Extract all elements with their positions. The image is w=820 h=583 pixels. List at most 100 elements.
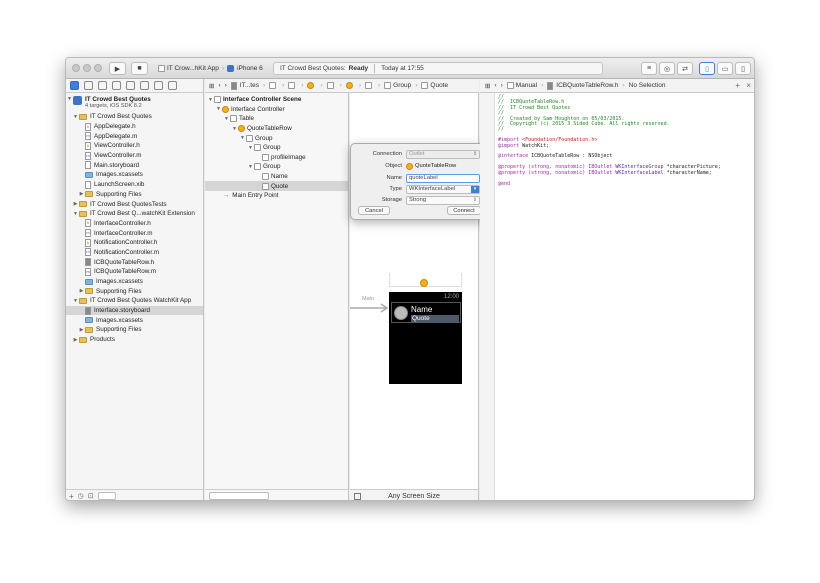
tree-item[interactable]: ▶ Supporting Files xyxy=(66,286,203,296)
jump-item[interactable] xyxy=(307,82,316,89)
code-text[interactable]: // // ICBQuoteTableRow.h // IT Crowd Bes… xyxy=(498,94,721,187)
toggle-navigator-button[interactable]: ▯ xyxy=(699,62,715,75)
quote-table-row[interactable]: Name Quote xyxy=(391,302,461,323)
tree-item[interactable]: ICBQuoteTableRow.h xyxy=(66,257,203,267)
project-navigator: ▼ IT Crowd Best Quotes 4 targets, iOS SD… xyxy=(66,79,204,501)
folder-icon[interactable] xyxy=(70,81,79,90)
outline-item[interactable]: ▼ Group xyxy=(205,162,348,172)
close-window-button[interactable] xyxy=(72,64,80,72)
warning-icon[interactable] xyxy=(112,81,121,90)
run-button[interactable]: ▶ xyxy=(109,62,126,75)
tree-item[interactable]: ▶ Products xyxy=(66,335,203,345)
tree-item[interactable]: LaunchScreen.xib xyxy=(66,180,203,190)
outline-item[interactable]: Name xyxy=(205,172,348,182)
standard-editor-button[interactable]: ≡ xyxy=(641,62,657,75)
scheme-selector[interactable]: IT Crow...hKit App › iPhone 6 xyxy=(158,62,263,75)
tree-item[interactable]: m ICBQuoteTableRow.m xyxy=(66,267,203,277)
version-editor-button[interactable]: ⇄ xyxy=(677,62,693,75)
tree-item[interactable]: h ViewController.h xyxy=(66,141,203,151)
tree-item[interactable]: ▶ Supporting Files xyxy=(66,325,203,335)
tree-item[interactable]: m ViewController.m xyxy=(66,151,203,161)
source-editor[interactable]: // // ICBQuoteTableRow.h // IT Crowd Bes… xyxy=(480,93,754,500)
back-icon[interactable]: ‹ xyxy=(218,82,220,89)
scm-icon[interactable]: ⊡ xyxy=(88,492,94,500)
tree-item[interactable]: Images.xcassets xyxy=(66,315,203,325)
jump-item[interactable] xyxy=(269,82,278,89)
add-icon[interactable]: + xyxy=(735,81,740,90)
controller-icon[interactable] xyxy=(420,279,428,287)
outline-item[interactable]: profileImage xyxy=(205,153,348,163)
breakpoint-icon[interactable] xyxy=(154,81,163,90)
outline-item[interactable]: ▼ Interface Controller Scene xyxy=(205,95,348,105)
debug-icon[interactable] xyxy=(140,81,149,90)
name-label[interactable]: Name xyxy=(411,305,432,314)
tree-item[interactable]: h NotificationController.h xyxy=(66,238,203,248)
jump-item[interactable] xyxy=(345,82,355,89)
profile-image[interactable] xyxy=(394,306,408,320)
tree-item[interactable]: ▶ Supporting Files xyxy=(66,190,203,200)
tree-item-selected[interactable]: Interface.storyboard xyxy=(66,305,203,316)
tree-item[interactable]: h AppDelegate.h xyxy=(66,122,203,132)
forward-icon[interactable]: › xyxy=(501,82,503,89)
tree-item[interactable]: h InterfaceController.h xyxy=(66,219,203,229)
outline-toggle-icon[interactable] xyxy=(354,493,361,500)
jump-item[interactable]: IT...tes xyxy=(230,81,259,90)
size-class-label[interactable]: Any Screen Size xyxy=(388,493,440,500)
jump-item[interactable]: Quote xyxy=(421,82,448,89)
outline-item[interactable]: ▼ Interface Controller xyxy=(205,105,348,115)
related-items-icon[interactable]: ⊞ xyxy=(485,82,490,90)
type-combo[interactable]: WKInterfaceLabel ▾ xyxy=(406,184,480,194)
jump-item[interactable]: No Selection xyxy=(629,82,666,89)
tree-item[interactable]: Images.xcassets xyxy=(66,277,203,287)
tree-item[interactable]: ▼ IT Crowd Best Quotes WatchKit App xyxy=(66,296,203,306)
zoom-window-button[interactable] xyxy=(94,64,102,72)
tree-item[interactable]: ▼ IT Crowd Best Q...watchKit Extension xyxy=(66,209,203,219)
jump-item[interactable]: ICBQuoteTableRow.h xyxy=(547,81,618,90)
project-root[interactable]: ▼ IT Crowd Best Quotes 4 targets, iOS SD… xyxy=(66,95,203,112)
storage-select[interactable]: Strong ⇕ xyxy=(406,195,480,205)
outline-item[interactable]: → Main Entry Point xyxy=(205,191,348,201)
toggle-utilities-button[interactable]: ▯ xyxy=(735,62,751,75)
related-items-icon[interactable]: ⊞ xyxy=(209,82,214,90)
quote-label[interactable]: Quote xyxy=(411,315,459,323)
cancel-button[interactable]: Cancel xyxy=(358,206,390,215)
outline-item[interactable]: ▼ Group xyxy=(205,133,348,143)
outline-item-selected[interactable]: Quote xyxy=(205,181,348,191)
jump-item[interactable]: Group xyxy=(384,82,411,89)
navigator-filter-field[interactable] xyxy=(97,492,116,500)
jump-item[interactable] xyxy=(364,82,374,89)
outline-item[interactable]: ▼ Group xyxy=(205,143,348,153)
jump-item[interactable] xyxy=(326,82,336,89)
jump-item[interactable] xyxy=(288,82,297,89)
assistant-mode-item[interactable]: Manual xyxy=(506,82,537,89)
tree-item[interactable]: m InterfaceController.m xyxy=(66,228,203,238)
connect-button[interactable]: Connect xyxy=(447,206,481,215)
outline-item[interactable]: ▼ QuoteTableRow xyxy=(205,124,348,134)
tree-item[interactable]: Images.xcassets xyxy=(66,170,203,180)
back-icon[interactable]: ‹ xyxy=(494,82,496,89)
tree-item[interactable]: ▼ IT Crowd Best Quotes xyxy=(66,112,203,122)
assistant-editor-button[interactable]: ◎ xyxy=(659,62,675,75)
toggle-debug-button[interactable]: ▭ xyxy=(717,62,733,75)
connection-select[interactable]: Outlet ⇕ xyxy=(406,149,480,159)
stop-button[interactable]: ■ xyxy=(131,62,148,75)
tree-item[interactable]: ▶ IT Crowd Best QuotesTests xyxy=(66,199,203,209)
outlet-name-input[interactable]: quoteLabel xyxy=(406,173,480,183)
tree-item[interactable]: m NotificationController.m xyxy=(66,248,203,258)
test-icon[interactable] xyxy=(126,81,135,90)
search-icon[interactable] xyxy=(98,81,107,90)
outline-filter-field[interactable] xyxy=(209,492,269,500)
group-icon xyxy=(254,163,261,171)
minimize-window-button[interactable] xyxy=(83,64,91,72)
tree-item[interactable]: m AppDelegate.m xyxy=(66,131,203,141)
forward-icon[interactable]: › xyxy=(225,82,227,89)
close-icon[interactable]: × xyxy=(746,81,751,90)
tree-item[interactable]: Main.storyboard xyxy=(66,160,203,170)
watch-interface[interactable]: 12:00 Name Quote xyxy=(389,292,462,384)
add-icon[interactable]: + xyxy=(69,492,74,501)
clock-icon[interactable]: ◷ xyxy=(78,492,84,500)
symbol-icon[interactable] xyxy=(84,81,93,90)
outline-item[interactable]: ▼ Table xyxy=(205,114,348,124)
chevron-down-icon[interactable]: ▾ xyxy=(471,185,479,193)
log-icon[interactable] xyxy=(168,81,177,90)
